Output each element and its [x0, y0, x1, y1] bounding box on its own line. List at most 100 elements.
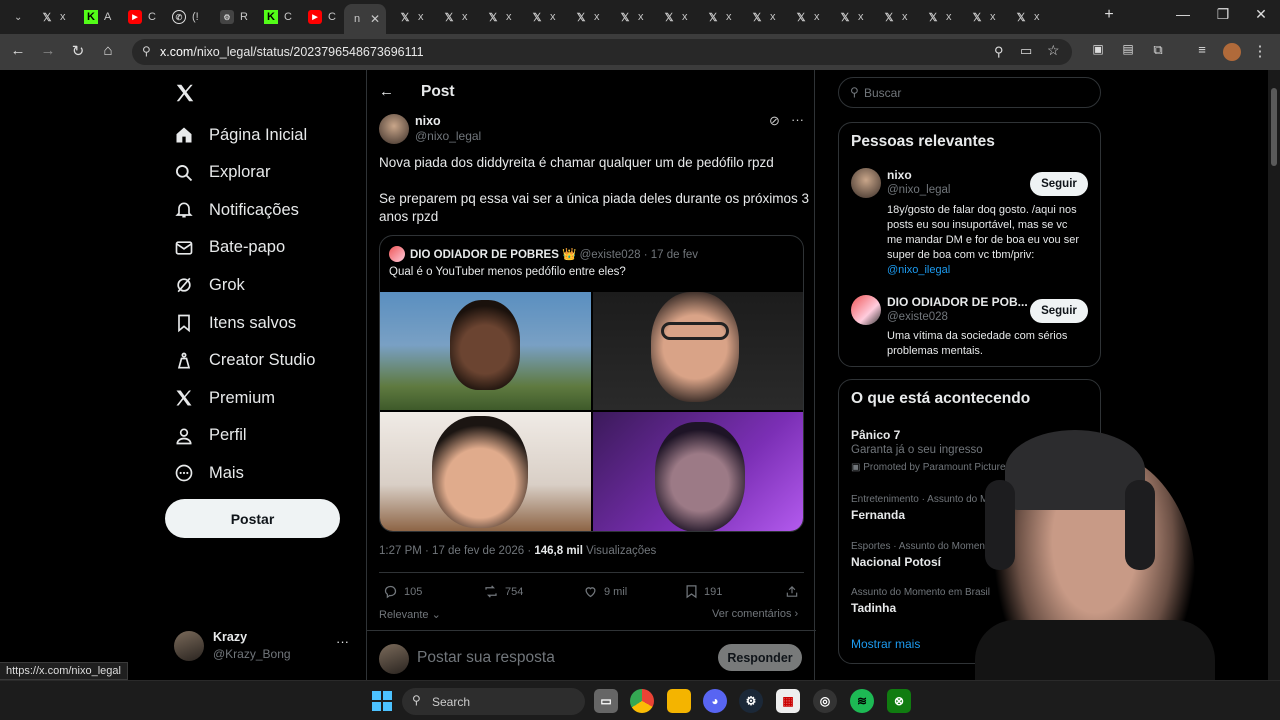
sort-dropdown[interactable]: Relevante ⌄: [379, 608, 441, 621]
tab[interactable]: 𝕏x: [918, 4, 962, 30]
sidebar-item-creator-studio[interactable]: Creator Studio: [174, 343, 315, 379]
trend-name[interactable]: Nacional Potosí: [851, 555, 941, 569]
sidebar-item-notifica-es[interactable]: Notificações: [174, 192, 299, 228]
tab[interactable]: 𝕏x: [390, 4, 434, 30]
author-handle[interactable]: @nixo_legal: [415, 129, 481, 143]
sidebar-item-mais[interactable]: Mais: [174, 455, 244, 491]
sidebar-item-grok[interactable]: Grok: [174, 267, 245, 303]
person-name[interactable]: DIO ODIADOR DE POB...: [887, 295, 1028, 309]
person-avatar[interactable]: [851, 168, 881, 198]
obs-icon[interactable]: ◎: [813, 689, 837, 713]
chrome-icon[interactable]: [630, 689, 654, 713]
back-arrow-icon[interactable]: ←: [379, 83, 394, 100]
spotify-icon[interactable]: ≋: [850, 689, 874, 713]
tab[interactable]: 𝕏x: [654, 4, 698, 30]
person-name[interactable]: nixo: [887, 168, 912, 182]
tab[interactable]: KA: [76, 4, 120, 30]
tab-search-button[interactable]: ⌄: [6, 4, 28, 30]
follow-button[interactable]: Seguir: [1030, 299, 1088, 323]
tab[interactable]: 𝕏x: [478, 4, 522, 30]
author-avatar[interactable]: [379, 114, 409, 144]
tab[interactable]: 𝕏x: [874, 4, 918, 30]
tab[interactable]: 𝕏x: [962, 4, 1006, 30]
zoom-icon[interactable]: ⚲: [994, 44, 1004, 60]
grok-icon[interactable]: ⊘: [769, 113, 780, 129]
tab[interactable]: 𝕏x: [566, 4, 610, 30]
address-bar[interactable]: ⚲ x.com/nixo_legal/status/20237965486736…: [132, 39, 1072, 65]
sidebar-item-perfil[interactable]: Perfil: [174, 418, 247, 454]
tab[interactable]: 𝕏x: [1006, 4, 1050, 30]
post-button[interactable]: Postar: [165, 499, 340, 538]
search-box[interactable]: ⚲ Buscar: [838, 77, 1101, 108]
taskbar-search[interactable]: ⚲ Search: [402, 688, 585, 715]
extensions-puzzle-icon[interactable]: ⧉: [1148, 42, 1168, 58]
sidebar-item-explorar[interactable]: Explorar: [174, 155, 270, 191]
reply-input[interactable]: Postar sua resposta: [417, 649, 555, 667]
sidebar-item-bate-papo[interactable]: Bate-papo: [174, 230, 285, 266]
tab[interactable]: 𝕏x: [434, 4, 478, 30]
quote-image[interactable]: [380, 412, 591, 531]
bio-link[interactable]: @nixo_ilegal: [887, 263, 1097, 278]
home-icon[interactable]: ⌂: [98, 42, 118, 59]
forward-icon[interactable]: →: [38, 42, 58, 59]
follow-button[interactable]: Seguir: [1030, 172, 1088, 196]
tab[interactable]: ▶ C: [120, 4, 164, 30]
show-more-link[interactable]: Mostrar mais: [851, 637, 920, 651]
tab[interactable]: 𝕏x: [786, 4, 830, 30]
trend-name[interactable]: Pânico 7: [851, 428, 900, 442]
profile-avatar[interactable]: [1223, 43, 1241, 61]
like-button[interactable]: 9 mil: [583, 584, 627, 599]
repost-button[interactable]: 754: [483, 584, 523, 599]
extension-icon[interactable]: ▣: [1088, 42, 1108, 56]
bookmark-button[interactable]: 191: [685, 584, 722, 599]
tab[interactable]: 𝕏x: [522, 4, 566, 30]
back-icon[interactable]: ←: [8, 42, 28, 59]
menu-icon[interactable]: ⋮: [1250, 42, 1270, 60]
trend-name[interactable]: Tadinha: [851, 601, 896, 615]
cast-icon[interactable]: ▭: [1020, 43, 1032, 59]
quote-image[interactable]: [593, 292, 803, 410]
restore-button[interactable]: ❐: [1208, 6, 1238, 23]
new-tab-button[interactable]: +: [1094, 6, 1124, 24]
file-explorer-icon[interactable]: [667, 689, 691, 713]
tab[interactable]: 𝕏x: [830, 4, 874, 30]
tab[interactable]: ⚙ R: [212, 4, 256, 30]
sidebar-item-p-gina-inicial[interactable]: Página Inicial: [174, 117, 307, 153]
tab-active[interactable]: n ✕: [344, 4, 386, 34]
quote-image[interactable]: [593, 412, 803, 531]
x-logo-icon[interactable]: [174, 82, 196, 104]
account-switcher[interactable]: Krazy @Krazy_Bong ···: [172, 628, 352, 668]
tab[interactable]: ▶ C: [300, 4, 344, 30]
see-comments-link[interactable]: Ver comentários ›: [712, 608, 798, 620]
person-avatar[interactable]: [851, 295, 881, 325]
windows-start-icon[interactable]: [370, 689, 394, 713]
minimize-button[interactable]: —: [1168, 6, 1198, 22]
tab[interactable]: 𝕏x: [698, 4, 742, 30]
tab[interactable]: 𝕏x: [32, 4, 76, 30]
quote-image[interactable]: [380, 292, 591, 410]
tab[interactable]: ✆ (!: [164, 4, 208, 30]
extension-icon[interactable]: ▤: [1118, 42, 1138, 56]
sidebar-item-itens-salvos[interactable]: Itens salvos: [174, 305, 296, 341]
site-info-icon[interactable]: ⚲: [142, 44, 151, 58]
reply-button[interactable]: 105: [383, 584, 422, 599]
discord-icon[interactable]: ◕: [703, 689, 727, 713]
tab[interactable]: 𝕏x: [610, 4, 654, 30]
reload-icon[interactable]: ↻: [68, 42, 88, 60]
steam-icon[interactable]: ⚙: [739, 689, 763, 713]
more-icon[interactable]: ···: [336, 634, 349, 649]
author-name[interactable]: nixo: [415, 114, 441, 128]
share-button[interactable]: [785, 584, 805, 599]
reply-submit-button[interactable]: Responder: [718, 644, 802, 671]
task-view-icon[interactable]: ▭: [594, 689, 618, 713]
xbox-icon[interactable]: ⊗: [887, 689, 911, 713]
app-icon[interactable]: ▦: [776, 689, 800, 713]
media-icon[interactable]: ≡: [1192, 42, 1212, 57]
tab[interactable]: 𝕏x: [742, 4, 786, 30]
sidebar-item-premium[interactable]: Premium: [174, 380, 275, 416]
star-icon[interactable]: ☆: [1047, 42, 1060, 59]
more-icon[interactable]: ···: [791, 112, 804, 127]
trend-name[interactable]: Fernanda: [851, 508, 905, 522]
tab[interactable]: KC: [256, 4, 300, 30]
close-tab-icon[interactable]: ✕: [370, 12, 380, 26]
